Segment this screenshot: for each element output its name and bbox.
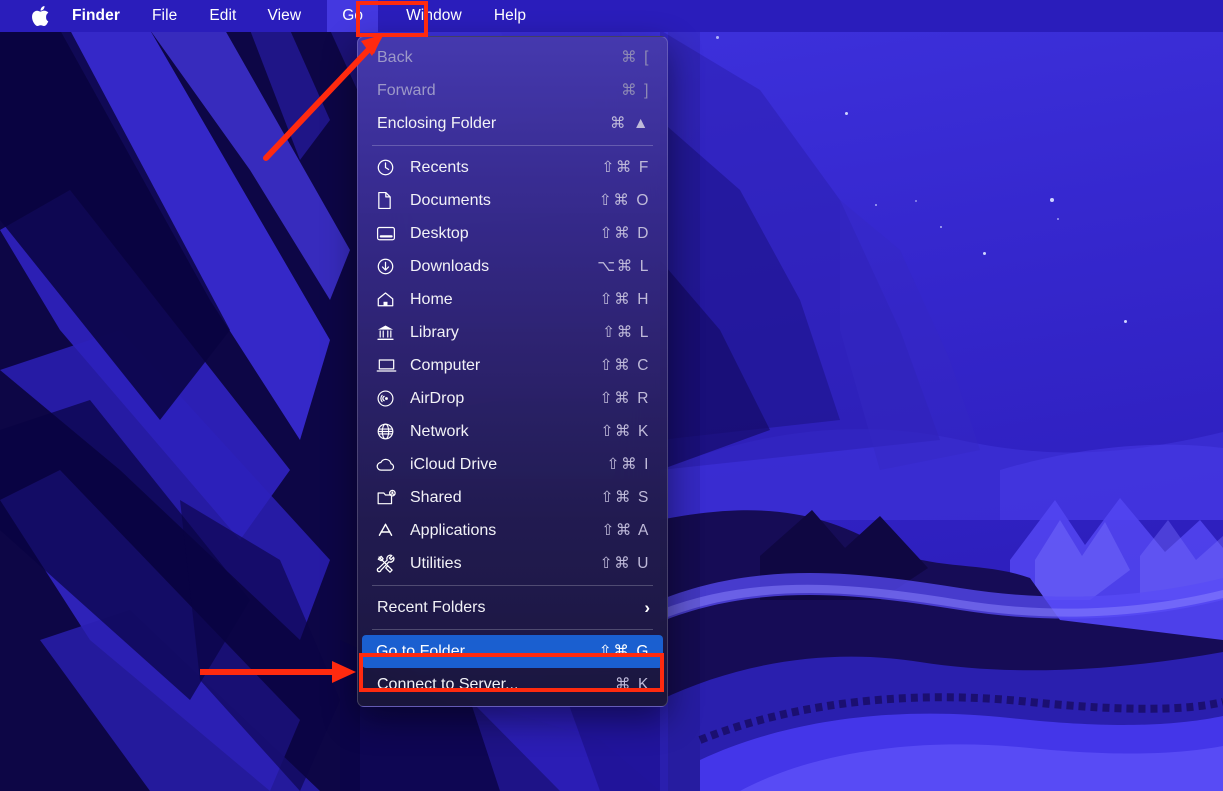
menu-item-label: Downloads [410,257,490,275]
menu-item-label: Network [410,422,469,440]
star [845,112,848,115]
menu-item-label: Go to Folder... [376,642,478,660]
menu-item-shortcut: ⇧⌘ G [598,643,650,660]
star [1057,218,1059,220]
menu-item-enclosing-folder[interactable]: Enclosing Folder ⌘ ▲ [358,107,667,140]
menu-item-label: Computer [410,356,481,374]
clock-icon [376,157,401,178]
menu-item-shortcut: ⌘ ▲ [610,115,650,132]
menu-item-icloud-drive[interactable]: iCloud Drive ⇧⌘ I [358,448,667,481]
menu-item-shortcut: ⌘ ] [621,82,650,99]
applications-icon [376,520,401,541]
menu-item-label: Applications [410,521,497,539]
menubar-item-window[interactable]: Window [406,0,462,32]
menu-item-label: Shared [410,488,462,506]
menu-item-network[interactable]: Network ⇧⌘ K [358,415,667,448]
menu-item-desktop[interactable]: Desktop ⇧⌘ D [358,217,667,250]
menu-item-label: Utilities [410,554,462,572]
menu-item-library[interactable]: Library ⇧⌘ L [358,316,667,349]
menu-item-home[interactable]: Home ⇧⌘ H [358,283,667,316]
airdrop-icon [376,388,401,409]
menu-item-shortcut: ⇧⌘ A [601,522,650,539]
computer-icon [376,355,401,376]
menu-item-label: Forward [377,81,436,99]
shared-folder-icon [376,487,401,508]
menu-item-label: Back [377,48,413,66]
menu-item-shortcut: ⇧⌘ C [599,357,650,374]
home-icon [376,289,401,310]
menu-item-shortcut: ⇧⌘ R [599,390,650,407]
menu-item-label: iCloud Drive [410,455,498,473]
star [1124,320,1127,323]
menu-item-shortcut: ⇧⌘ S [600,489,650,506]
menubar-item-finder[interactable]: Finder [72,0,120,32]
star [1050,198,1054,202]
star [983,252,986,255]
menu-item-label: AirDrop [410,389,465,407]
utilities-icon [376,553,401,574]
menu-item-shortcut: ⇧⌘ D [599,225,650,242]
menu-item-downloads[interactable]: Downloads ⌥⌘ L [358,250,667,283]
menu-item-shortcut: ⇧⌘ F [601,159,650,176]
chevron-right-icon: › [644,598,650,617]
menu-item-label: Enclosing Folder [377,114,497,132]
menu-item-forward[interactable]: Forward ⌘ ] [358,74,667,107]
star [875,204,877,206]
star [915,200,917,202]
menu-item-shortcut: ⌥⌘ L [597,258,650,275]
apple-logo-icon[interactable] [31,5,50,27]
menubar-item-file[interactable]: File [152,0,177,32]
menu-item-go-to-folder[interactable]: Go to Folder... ⇧⌘ G [362,635,663,668]
menu-item-label: Home [410,290,453,308]
menu-item-shortcut: ⌘ K [615,676,650,693]
menu-item-applications[interactable]: Applications ⇧⌘ A [358,514,667,547]
star [716,36,719,39]
menu-item-shortcut: ⇧⌘ U [599,555,650,572]
download-icon [376,256,401,277]
menu-item-recent-folders[interactable]: Recent Folders › [358,591,667,624]
menu-item-documents[interactable]: Documents ⇧⌘ O [358,184,667,217]
cloud-icon [376,454,401,475]
menu-item-connect-to-server[interactable]: Connect to Server... ⌘ K [358,668,667,701]
menu-item-shortcut: ⇧⌘ K [600,423,650,440]
menu-item-recents[interactable]: Recents ⇧⌘ F [358,151,667,184]
menu-item-label: Documents [410,191,491,209]
star [940,226,942,228]
menu-separator [372,585,653,586]
menu-item-shortcut: ⇧⌘ H [599,291,650,308]
menu-item-label: Recents [410,158,469,176]
menu-item-label: Connect to Server... [377,675,519,693]
menu-separator [372,145,653,146]
menu-item-label: Desktop [410,224,469,242]
menu-item-shortcut: ⇧⌘ O [598,192,650,209]
menu-item-back[interactable]: Back ⌘ [ [358,41,667,74]
desktop-icon [376,223,401,244]
menu-bar: Finder File Edit View Go Window Help [0,0,1223,32]
document-icon [376,190,401,211]
menu-item-utilities[interactable]: Utilities ⇧⌘ U [358,547,667,580]
menu-item-airdrop[interactable]: AirDrop ⇧⌘ R [358,382,667,415]
menu-item-label: Library [410,323,459,341]
menu-item-shared[interactable]: Shared ⇧⌘ S [358,481,667,514]
menu-separator [372,629,653,630]
menu-item-shortcut: ⌘ [ [621,49,650,66]
menu-item-shortcut: ⇧⌘ I [606,456,650,473]
menu-item-computer[interactable]: Computer ⇧⌘ C [358,349,667,382]
library-icon [376,322,401,343]
macos-desktop-screen: Finder File Edit View Go Window Help Bac… [0,0,1223,791]
menubar-item-go-wrapper: Go [327,0,379,32]
menu-item-shortcut: ⇧⌘ L [602,324,650,341]
menubar-item-edit[interactable]: Edit [209,0,236,32]
globe-icon [376,421,401,442]
menubar-item-help[interactable]: Help [494,0,526,32]
go-dropdown-menu: Back ⌘ [ Forward ⌘ ] Enclosing Folder ⌘ … [357,36,668,707]
menubar-item-view[interactable]: View [267,0,301,32]
menu-item-label: Recent Folders [377,598,486,616]
menubar-item-go[interactable]: Go [327,0,379,32]
